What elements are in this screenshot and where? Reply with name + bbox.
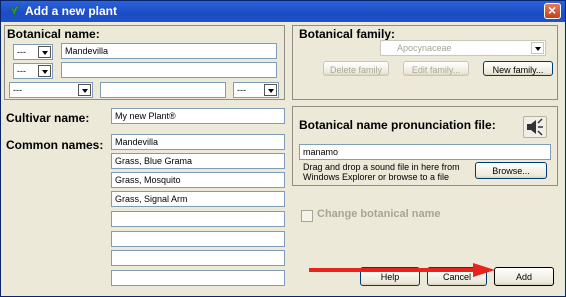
chevron-down-icon [264, 84, 277, 96]
botanical-name-label: Botanical name: [7, 27, 100, 41]
botanical-family-label: Botanical family: [299, 27, 396, 41]
botanical-prefix-select-2[interactable]: --- [13, 63, 53, 79]
drop-hint-line2: Windows Explorer or browse to a file [303, 172, 450, 182]
close-button[interactable]: × [544, 2, 561, 19]
botanical-name-input-3[interactable] [100, 82, 226, 98]
input-value: My new Plant® [115, 111, 176, 121]
browse-button[interactable]: Browse... [475, 162, 547, 179]
select-value: --- [17, 66, 26, 76]
speaker-icon[interactable] [523, 116, 547, 138]
botanical-prefix-select-1[interactable]: --- [13, 44, 53, 60]
input-value: Mandevilla [65, 46, 109, 56]
pronunciation-panel: Botanical name pronunciation file: manam… [292, 106, 558, 186]
common-name-input-8[interactable] [111, 270, 285, 286]
botanical-family-select[interactable]: Apocynaceae [380, 40, 546, 56]
common-name-input-1[interactable]: Mandevilla [111, 134, 285, 150]
chevron-down-icon [38, 65, 51, 77]
chevron-down-icon [531, 42, 544, 54]
cultivar-name-label: Cultivar name: [6, 111, 90, 125]
select-value: --- [17, 47, 26, 57]
botanical-name-input-2[interactable] [61, 62, 277, 78]
chevron-down-icon [78, 84, 91, 96]
pronunciation-file-input[interactable]: manamo [299, 144, 551, 160]
botanical-name-panel: Botanical name: --- Mandevilla --- --- -… [4, 25, 285, 100]
common-name-input-3[interactable]: Grass, Mosquito [111, 172, 285, 188]
common-name-input-5[interactable] [111, 211, 285, 227]
botanical-suffix-select[interactable]: --- [233, 82, 279, 98]
drop-hint-line1: Drag and drop a sound file in here from [303, 162, 460, 172]
add-plant-dialog: Add a new plant × Botanical name: --- Ma… [0, 0, 566, 297]
botanical-family-panel: Botanical family: Apocynaceae Delete fam… [292, 25, 558, 100]
edit-family-button[interactable]: Edit family... [403, 61, 469, 76]
common-name-input-6[interactable] [111, 231, 285, 247]
pronunciation-label: Botanical name pronunciation file: [299, 118, 496, 132]
plant-icon [9, 5, 20, 18]
select-value: --- [13, 85, 22, 95]
select-value: --- [237, 85, 246, 95]
new-family-button[interactable]: New family... [483, 61, 553, 76]
close-icon: × [548, 2, 557, 18]
cultivar-name-input[interactable]: My new Plant® [111, 108, 285, 124]
botanical-name-input-1[interactable]: Mandevilla [61, 43, 277, 59]
botanical-prefix-select-3[interactable]: --- [9, 82, 93, 98]
title-bar: Add a new plant × [1, 1, 565, 22]
annotation-arrow-icon [309, 263, 495, 277]
change-botanical-label: Change botanical name [317, 208, 441, 220]
select-value: Apocynaceae [397, 43, 452, 53]
add-button[interactable]: Add [494, 267, 554, 286]
input-value: manamo [303, 147, 339, 157]
chevron-down-icon [38, 46, 51, 58]
delete-family-button[interactable]: Delete family [323, 61, 389, 76]
common-names-label: Common names: [6, 138, 104, 152]
window-title: Add a new plant [25, 4, 118, 18]
change-botanical-checkbox[interactable] [301, 210, 313, 222]
common-name-input-2[interactable]: Grass, Blue Grama [111, 153, 285, 169]
common-name-input-7[interactable] [111, 250, 285, 266]
common-name-input-4[interactable]: Grass, Signal Arm [111, 191, 285, 207]
